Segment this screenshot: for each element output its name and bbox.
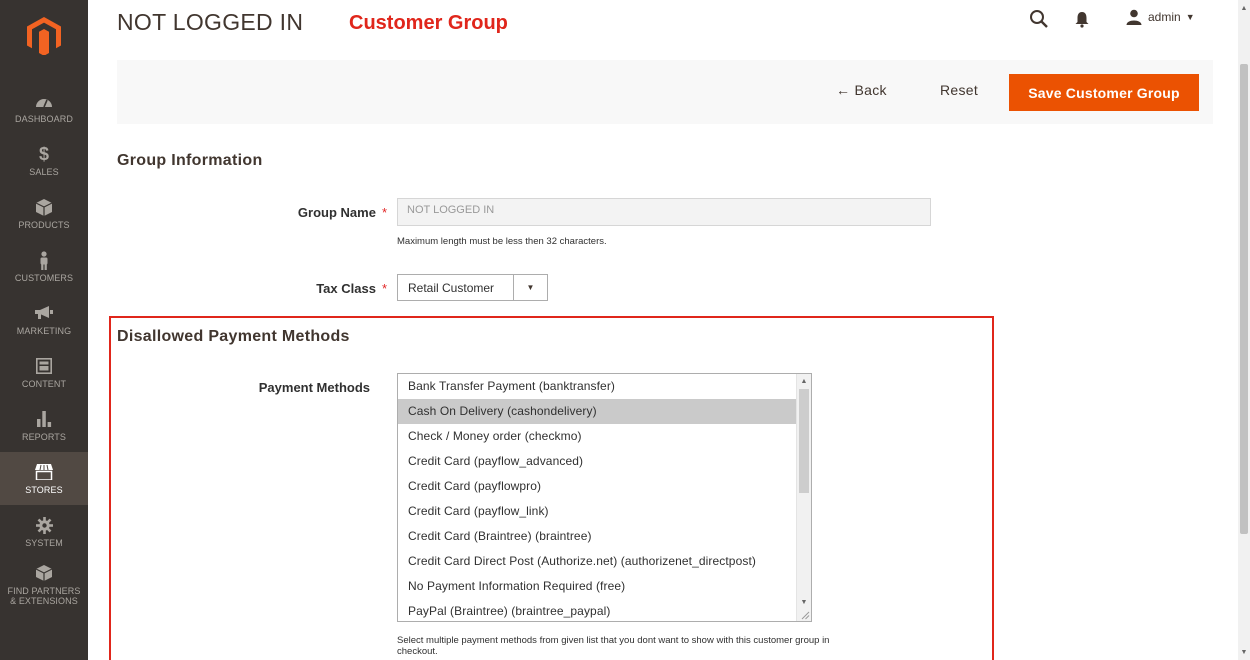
sidebar-item-label: REPORTS: [21, 432, 67, 442]
app-root: DASHBOARD $ SALES PRODUCTS CUSTOMERS MAR…: [0, 0, 1250, 660]
group-name-note: Maximum length must be less then 32 char…: [397, 236, 607, 247]
bell-icon[interactable]: [1074, 10, 1090, 28]
user-name: admin: [1148, 10, 1181, 24]
payment-note-line2: checkout.: [397, 646, 438, 657]
title-annotation: Customer Group: [349, 12, 508, 34]
group-information-title: Group Information: [117, 152, 263, 169]
back-button[interactable]: ← Back: [836, 82, 887, 98]
sidebar-item-label: CONTENT: [21, 379, 67, 389]
payment-option[interactable]: No Payment Information Required (free): [398, 574, 811, 599]
required-mark: *: [381, 205, 387, 220]
storefront-icon: [35, 462, 53, 482]
sidebar-item-sales[interactable]: $ SALES: [0, 134, 88, 187]
sidebar-item-products[interactable]: PRODUCTS: [0, 187, 88, 240]
sidebar-item-label: SYSTEM: [25, 538, 63, 548]
payment-option[interactable]: Cash On Delivery (cashondelivery): [398, 399, 811, 424]
scroll-up-icon[interactable]: ▲: [797, 374, 811, 388]
sidebar-item-label: STORES: [25, 485, 63, 495]
sidebar-item-customers[interactable]: CUSTOMERS: [0, 240, 88, 293]
sidebar-item-reports[interactable]: REPORTS: [0, 399, 88, 452]
save-customer-group-button[interactable]: Save Customer Group: [1009, 74, 1199, 111]
sidebar-item-label: CUSTOMERS: [14, 273, 74, 283]
page-scroll-thumb[interactable]: [1240, 64, 1248, 534]
sidebar-item-label: DASHBOARD: [15, 114, 73, 124]
tax-class-label: Tax Class *: [316, 281, 387, 296]
bar-chart-icon: [36, 409, 52, 429]
sidebar-item-label: FIND PARTNERS & EXTENSIONS: [8, 586, 81, 606]
chevron-down-icon: ▼: [513, 275, 547, 300]
listbox-scrollbar[interactable]: ▲ ▼: [796, 374, 811, 621]
user-icon: [1126, 9, 1142, 25]
sidebar-item-label-line2: & EXTENSIONS: [10, 595, 78, 606]
sidebar-item-content[interactable]: CONTENT: [0, 346, 88, 399]
resize-grip-icon[interactable]: [800, 610, 810, 620]
user-menu[interactable]: admin ▼: [1126, 9, 1195, 25]
payment-options: Bank Transfer Payment (banktransfer) Cas…: [398, 374, 811, 621]
tax-class-value: Retail Customer: [408, 280, 495, 295]
scroll-up-icon[interactable]: ▲: [1238, 2, 1250, 14]
gear-icon: [35, 515, 53, 535]
payment-option[interactable]: Credit Card Direct Post (Authorize.net) …: [398, 549, 811, 574]
scroll-down-icon[interactable]: ▼: [1238, 646, 1250, 658]
sidebar-item-stores[interactable]: STORES: [0, 452, 88, 505]
page-scrollbar[interactable]: ▲ ▼: [1238, 0, 1250, 660]
admin-sidebar: DASHBOARD $ SALES PRODUCTS CUSTOMERS MAR…: [0, 0, 88, 660]
sidebar-item-label-line1: FIND PARTNERS: [7, 585, 81, 596]
dollar-icon: $: [38, 143, 49, 164]
sidebar-item-marketing[interactable]: MARKETING: [0, 293, 88, 346]
chevron-down-icon: ▼: [1185, 12, 1195, 22]
payment-option[interactable]: Credit Card (payflow_link): [398, 499, 811, 524]
sidebar-item-system[interactable]: SYSTEM: [0, 505, 88, 558]
payment-option[interactable]: PayPal (Braintree) (braintree_paypal): [398, 599, 811, 621]
required-mark: *: [381, 281, 387, 296]
group-name-input: NOT LOGGED IN: [397, 198, 931, 226]
reset-button[interactable]: Reset: [940, 82, 978, 98]
search-icon[interactable]: [1029, 9, 1049, 29]
group-name-label-text: Group Name: [297, 205, 376, 220]
sidebar-item-label: MARKETING: [16, 326, 72, 336]
cube-stack-icon: [36, 563, 52, 583]
group-name-label: Group Name *: [298, 205, 387, 220]
magento-logo[interactable]: [0, 0, 88, 72]
person-icon: [39, 250, 49, 270]
payment-note-line1: Select multiple payment methods from giv…: [397, 635, 830, 646]
payment-option[interactable]: Bank Transfer Payment (banktransfer): [398, 374, 811, 399]
megaphone-icon: [35, 303, 53, 323]
disallowed-payment-title: Disallowed Payment Methods: [117, 328, 350, 345]
payment-option[interactable]: Credit Card (Braintree) (braintree): [398, 524, 811, 549]
sidebar-item-dashboard[interactable]: DASHBOARD: [0, 81, 88, 134]
cube-icon: [36, 197, 52, 217]
payment-methods-label: Payment Methods: [258, 380, 370, 395]
tax-class-label-text: Tax Class: [316, 281, 376, 296]
dashboard-icon: [35, 91, 53, 111]
page-title: NOT LOGGED IN: [117, 9, 304, 35]
payment-option[interactable]: Credit Card (payflowpro): [398, 474, 811, 499]
layout-icon: [36, 356, 52, 376]
payment-option[interactable]: Check / Money order (checkmo): [398, 424, 811, 449]
payment-option[interactable]: Credit Card (payflow_advanced): [398, 449, 811, 474]
tax-class-select[interactable]: Retail Customer ▼: [397, 274, 548, 301]
sidebar-item-label: SALES: [29, 167, 59, 177]
magento-logo-icon: [27, 17, 61, 55]
sidebar-item-label: PRODUCTS: [18, 220, 70, 230]
scroll-down-icon[interactable]: ▼: [797, 595, 811, 609]
payment-methods-listbox[interactable]: Bank Transfer Payment (banktransfer) Cas…: [397, 373, 812, 622]
payment-methods-note: Select multiple payment methods from giv…: [397, 635, 937, 657]
listbox-scroll-thumb[interactable]: [799, 389, 809, 493]
sidebar-item-find-partners[interactable]: FIND PARTNERS & EXTENSIONS: [0, 556, 88, 612]
